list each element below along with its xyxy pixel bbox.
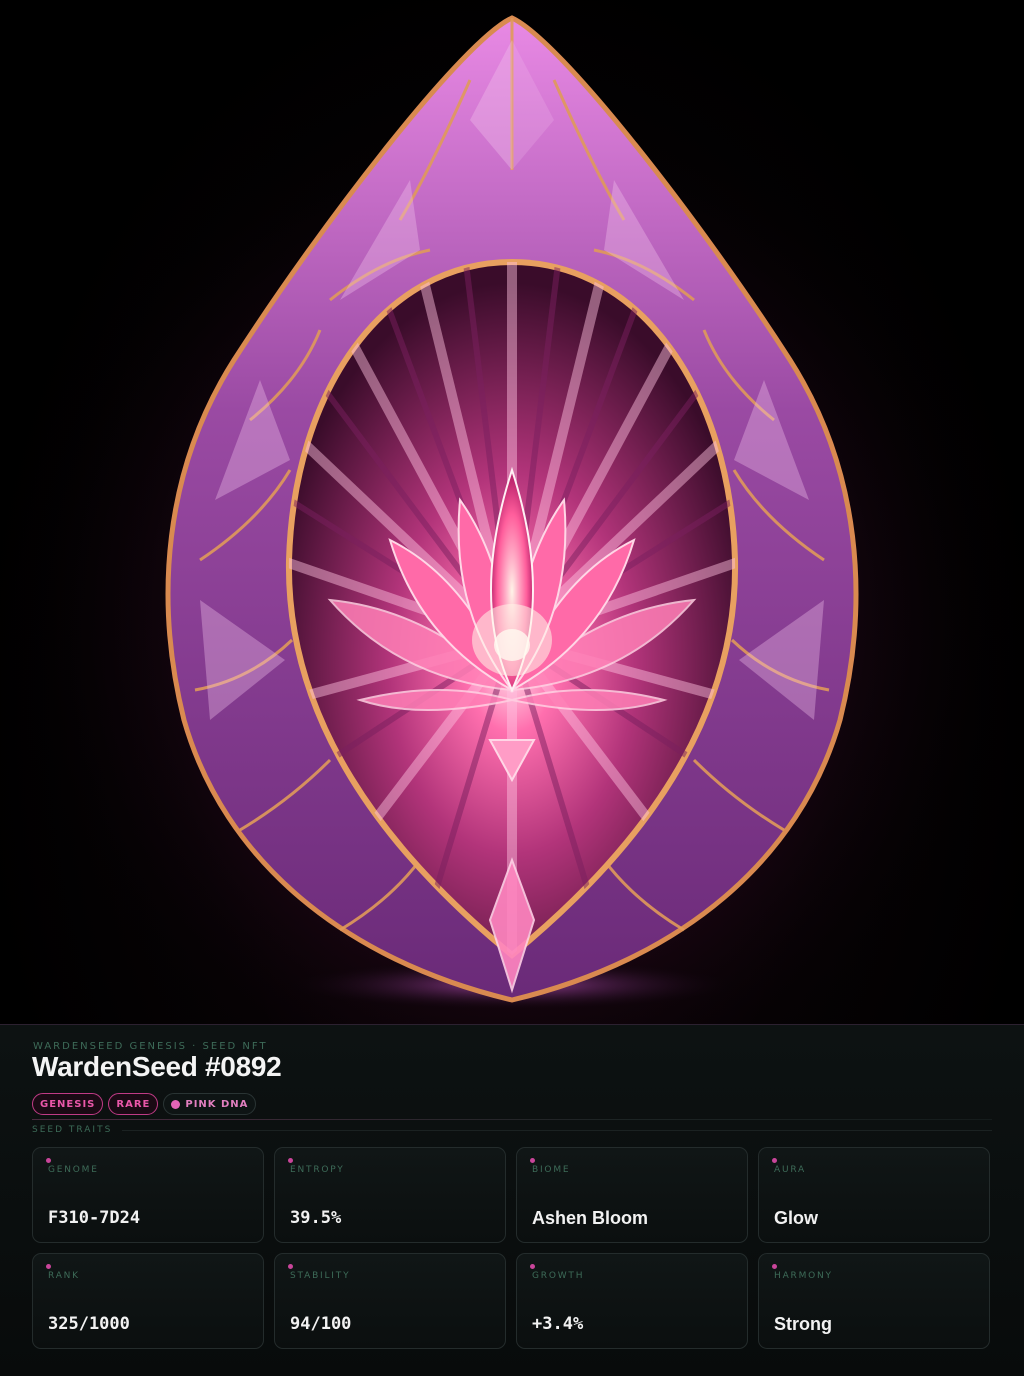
trait-dot-icon xyxy=(530,1158,535,1163)
trait-card-biome: BIOME Ashen Bloom xyxy=(516,1147,748,1243)
trait-label: ENTROPY xyxy=(290,1165,345,1175)
seed-title: WardenSeed #0892 xyxy=(32,1051,282,1082)
trait-label: GROWTH xyxy=(532,1271,585,1281)
trait-value: 39.5% xyxy=(290,1208,342,1228)
trait-label: AURA xyxy=(774,1165,806,1175)
tag-chips: GENESIS RARE PINK DNA xyxy=(32,1093,257,1115)
dna-dot-icon xyxy=(171,1099,181,1109)
trait-dot-icon xyxy=(46,1264,51,1269)
trait-value: F310-7D24 xyxy=(48,1208,141,1228)
trait-value: Strong xyxy=(774,1314,832,1334)
chip-pink-dna[interactable]: PINK DNA xyxy=(163,1093,257,1115)
trait-value: +3.4% xyxy=(532,1314,584,1334)
trait-card-harmony: HARMONY Strong xyxy=(758,1253,990,1349)
traits-section-rule xyxy=(122,1130,992,1131)
trait-value: Glow xyxy=(774,1208,818,1228)
trait-dot-icon xyxy=(46,1158,51,1163)
trait-value: 94/100 xyxy=(290,1314,352,1334)
trait-dot-icon xyxy=(288,1264,293,1269)
trait-value: Ashen Bloom xyxy=(532,1208,649,1228)
trait-card-stability: STABILITY 94/100 xyxy=(274,1253,506,1349)
trait-dot-icon xyxy=(288,1158,293,1163)
trait-dot-icon xyxy=(772,1158,777,1163)
chip-genesis[interactable]: GENESIS xyxy=(32,1093,104,1115)
trait-label: BIOME xyxy=(532,1165,571,1175)
trait-label: HARMONY xyxy=(774,1271,833,1281)
seed-artwork xyxy=(0,0,1024,1024)
trait-label: GENOME xyxy=(48,1165,99,1175)
trait-label: RANK xyxy=(48,1271,80,1281)
chip-rare[interactable]: RARE xyxy=(108,1093,159,1115)
trait-card-rank: RANK 325/1000 xyxy=(32,1253,264,1349)
crystal-seed-illustration xyxy=(0,0,1024,1024)
trait-card-aura: AURA Glow xyxy=(758,1147,990,1243)
trait-value: 325/1000 xyxy=(48,1314,130,1334)
trait-card-entropy: ENTROPY 39.5% xyxy=(274,1147,506,1243)
trait-dot-icon xyxy=(772,1264,777,1269)
trait-card-genome: GENOME F310-7D24 xyxy=(32,1147,264,1243)
divider xyxy=(32,1119,992,1120)
trait-dot-icon xyxy=(530,1264,535,1269)
traits-grid: GENOME F310-7D24 ENTROPY 39.5% BIOME Ash… xyxy=(32,1147,992,1349)
trait-label: STABILITY xyxy=(290,1271,351,1281)
seed-info-panel: WARDENSEED GENESIS · SEED NFT WardenSeed… xyxy=(0,1024,1024,1376)
chip-pink-dna-label: PINK DNA xyxy=(185,1098,249,1110)
trait-card-growth: GROWTH +3.4% xyxy=(516,1253,748,1349)
traits-section-label: SEED TRAITS xyxy=(32,1125,113,1135)
